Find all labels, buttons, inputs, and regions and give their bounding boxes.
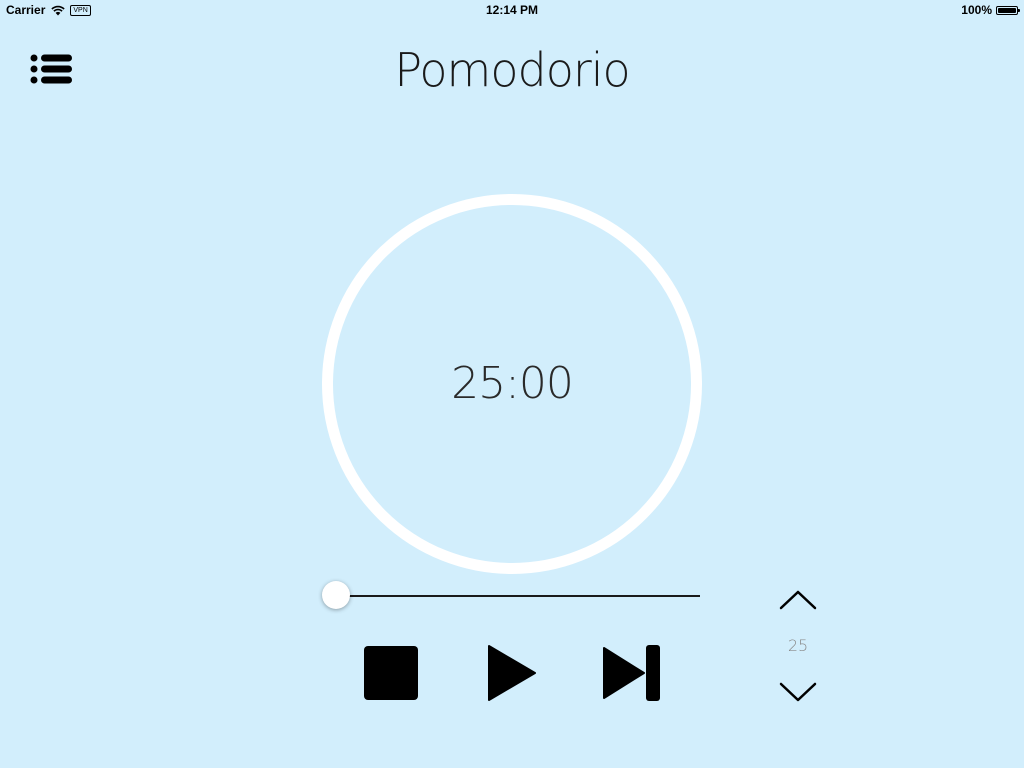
skip-forward-button[interactable]	[600, 642, 664, 704]
slider-thumb[interactable]	[322, 581, 350, 609]
stop-icon	[364, 646, 418, 700]
battery-icon	[996, 5, 1020, 15]
status-time: 12:14 PM	[485, 3, 539, 17]
battery-percentage: 100%	[961, 3, 992, 17]
chevron-down-icon	[779, 682, 817, 702]
stepper-value: 25	[787, 636, 809, 655]
menu-button[interactable]	[26, 50, 76, 90]
stop-button[interactable]	[362, 644, 420, 702]
list-icon	[30, 54, 72, 84]
timer-display: 25:00	[451, 358, 574, 409]
battery-fill	[998, 7, 1016, 13]
skip-forward-icon	[603, 645, 660, 701]
chevron-up-icon	[779, 590, 817, 610]
app-screen: Carrier VPN 12:14 PM 100% Pomodorio 25:0…	[0, 0, 1024, 768]
page-title: Pomodorio	[394, 43, 630, 97]
battery-tip	[1018, 8, 1020, 12]
slider-track	[336, 595, 700, 597]
progress-slider[interactable]	[322, 580, 702, 610]
status-right: 100%	[961, 0, 1020, 20]
play-button[interactable]	[484, 644, 538, 702]
increment-button[interactable]	[776, 586, 820, 616]
status-bar: Carrier VPN 12:14 PM 100%	[0, 0, 1024, 20]
decrement-button[interactable]	[776, 676, 820, 706]
play-icon	[488, 645, 536, 701]
